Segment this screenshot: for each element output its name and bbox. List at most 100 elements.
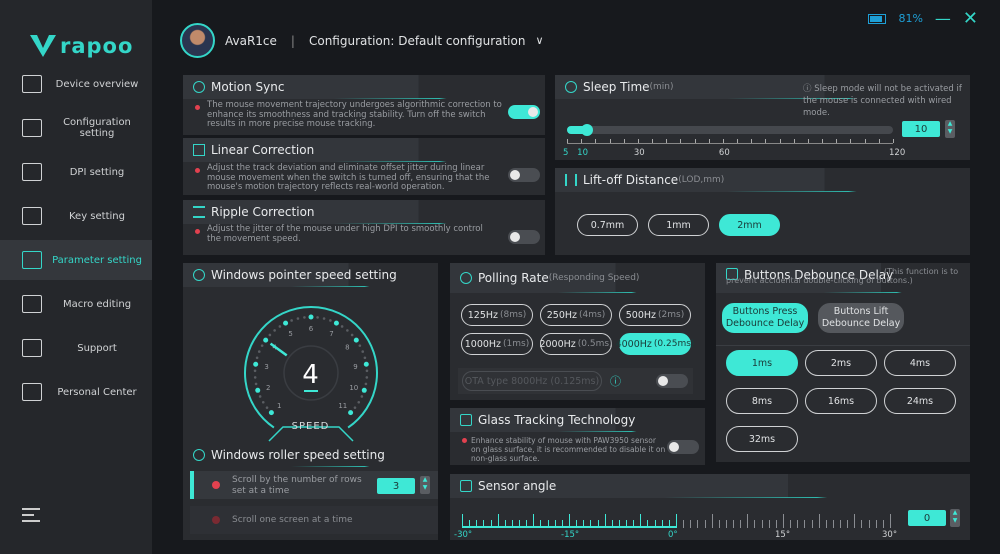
slider-tick xyxy=(779,139,781,143)
polling-title: Polling Rate xyxy=(478,271,549,285)
monitor-chart-icon xyxy=(22,75,42,93)
polling-icon xyxy=(460,272,472,284)
lod-option[interactable]: 2mm xyxy=(719,214,780,236)
debounce-option[interactable]: 2ms xyxy=(805,350,877,376)
minimize-icon[interactable]: — xyxy=(935,9,951,28)
sidebar-item-configuration-setting[interactable]: Configuration setting xyxy=(0,108,152,148)
slider-tick xyxy=(637,139,639,143)
debounce-option[interactable]: 1ms xyxy=(726,350,798,376)
polling-ms: (2ms) xyxy=(658,310,685,320)
window-controls: 81% — ✕ xyxy=(868,8,978,29)
polling-ms: (8ms) xyxy=(500,310,527,320)
sensor-angle-title: Sensor angle xyxy=(478,479,557,493)
battery-percent: 81% xyxy=(898,12,923,25)
linear-correction-toggle[interactable] xyxy=(508,168,540,182)
polling-option[interactable]: 250Hz (4ms) xyxy=(540,304,612,326)
info-icon[interactable]: ⓘ xyxy=(610,373,621,389)
chevron-down-icon[interactable]: ∨ xyxy=(535,34,543,47)
sleep-slider[interactable] xyxy=(567,124,893,136)
slider-tick xyxy=(567,139,568,143)
polling-hz: 500Hz xyxy=(625,309,657,321)
gauge-dot xyxy=(322,317,326,320)
glass-desc: Enhance stability of mouse with PAW3950 … xyxy=(471,436,666,463)
sidebar-item-personal-center[interactable]: Personal Center xyxy=(0,372,152,412)
sensor-angle-input[interactable]: 0 xyxy=(908,510,946,526)
sensor-angle-stepper[interactable]: ▲ ▼ xyxy=(950,509,960,527)
debounce-option[interactable]: 8ms xyxy=(726,388,798,414)
motion-sync-toggle[interactable] xyxy=(508,105,540,119)
polling-option[interactable]: 500Hz (2ms) xyxy=(619,304,691,326)
polling-option[interactable]: 125Hz (8ms) xyxy=(461,304,533,326)
angle-tick xyxy=(740,520,742,528)
lift-debounce-tab[interactable]: Buttons Lift Debounce Delay xyxy=(818,303,904,333)
angle-tick xyxy=(790,520,792,528)
gauge-dot xyxy=(296,317,300,320)
gauge-dot xyxy=(257,350,261,353)
menu-collapse-icon[interactable] xyxy=(22,508,40,522)
username: AvaR1ce xyxy=(225,33,277,48)
close-icon[interactable]: ✕ xyxy=(963,8,978,29)
angle-tick xyxy=(840,520,842,528)
sidebar-item-parameter-setting[interactable]: Parameter setting xyxy=(0,240,152,280)
roller-rows-input[interactable]: 3 xyxy=(377,478,415,494)
polling-option[interactable]: 2000Hz (0.5ms) xyxy=(539,333,613,355)
angle-tick xyxy=(875,520,877,528)
sidebar-item-support[interactable]: Support xyxy=(0,328,152,368)
ota-toggle[interactable] xyxy=(656,374,688,388)
debounce-note: (This function is to prevent accidental … xyxy=(726,267,959,285)
slider-tick xyxy=(850,139,852,143)
sidebar-item-dpi-setting[interactable]: DPI setting xyxy=(0,152,152,192)
sensor-angle-ruler[interactable] xyxy=(462,510,891,528)
glass-icon xyxy=(460,414,472,426)
pointer-speed-panel: Windows pointer speed setting 1234567891… xyxy=(183,263,438,540)
lod-option[interactable]: 1mm xyxy=(648,214,709,236)
debounce-option[interactable]: 24ms xyxy=(884,388,956,414)
debounce-option[interactable]: 16ms xyxy=(805,388,877,414)
polling-option[interactable]: 4000Hz (0.25ms) xyxy=(616,333,694,355)
slider-tick xyxy=(680,139,682,143)
lod-option[interactable]: 0.7mm xyxy=(577,214,638,236)
gauge-dot xyxy=(268,333,272,337)
debounce-option[interactable]: 4ms xyxy=(884,350,956,376)
debounce-option[interactable]: 32ms xyxy=(726,426,798,452)
lod-title: Lift-off Distance xyxy=(583,173,679,187)
sleep-note: Sleep mode will not be activated if the … xyxy=(803,84,962,118)
sleep-time-stepper[interactable]: ▲ ▼ xyxy=(945,120,955,138)
polling-option[interactable]: 1000Hz (1ms) xyxy=(461,333,533,355)
angle-tick-label: 15° xyxy=(775,530,791,540)
slider-tick xyxy=(864,139,866,143)
angle-tick xyxy=(811,520,813,528)
roller-rows-stepper[interactable]: ▲ ▼ xyxy=(420,476,430,494)
sidebar-item-key-setting[interactable]: Key setting xyxy=(0,196,152,236)
angle-tick xyxy=(797,520,799,528)
gauge-scale-label: 8 xyxy=(345,344,349,352)
roller-option-rows[interactable]: Scroll by the number of rows set at a ti… xyxy=(190,471,438,499)
ripple-correction-toggle[interactable] xyxy=(508,230,540,244)
linear-correction-desc: Adjust the track deviation and eliminate… xyxy=(207,163,490,192)
header-separator: | xyxy=(290,33,295,48)
ripple-correction-title: Ripple Correction xyxy=(211,205,315,219)
gauge-dot xyxy=(308,314,314,320)
sleep-time-unit: (min) xyxy=(649,82,674,92)
angle-tick xyxy=(775,520,777,528)
gauge-dot xyxy=(357,400,361,404)
roller-option-screen[interactable]: Scroll one screen at a time xyxy=(190,506,438,534)
glass-toggle[interactable] xyxy=(667,440,699,454)
linear-wave-icon xyxy=(193,144,205,156)
sidebar-item-device-overview[interactable]: Device overview xyxy=(0,64,152,104)
ota-8000hz-button[interactable]: OTA type 8000Hz (0.125ms) xyxy=(462,371,602,391)
gauge-scale-label: 7 xyxy=(329,330,333,338)
press-debounce-tab[interactable]: Buttons Press Debounce Delay xyxy=(722,303,808,333)
sensor-icon xyxy=(460,480,472,492)
gauge-dot xyxy=(261,400,265,404)
slider-tick xyxy=(666,139,668,143)
slider-tick xyxy=(694,139,696,143)
configuration-select[interactable]: Configuration: Default configuration xyxy=(309,34,526,48)
gauge-dot xyxy=(278,325,282,328)
slider-tick xyxy=(893,139,894,143)
sleep-tick-label: 120 xyxy=(889,148,906,158)
sleep-time-input[interactable]: 10 xyxy=(902,121,940,137)
pointer-speed-title: Windows pointer speed setting xyxy=(211,268,397,282)
avatar[interactable] xyxy=(180,23,215,58)
sidebar-item-macro-editing[interactable]: Macro editing xyxy=(0,284,152,324)
